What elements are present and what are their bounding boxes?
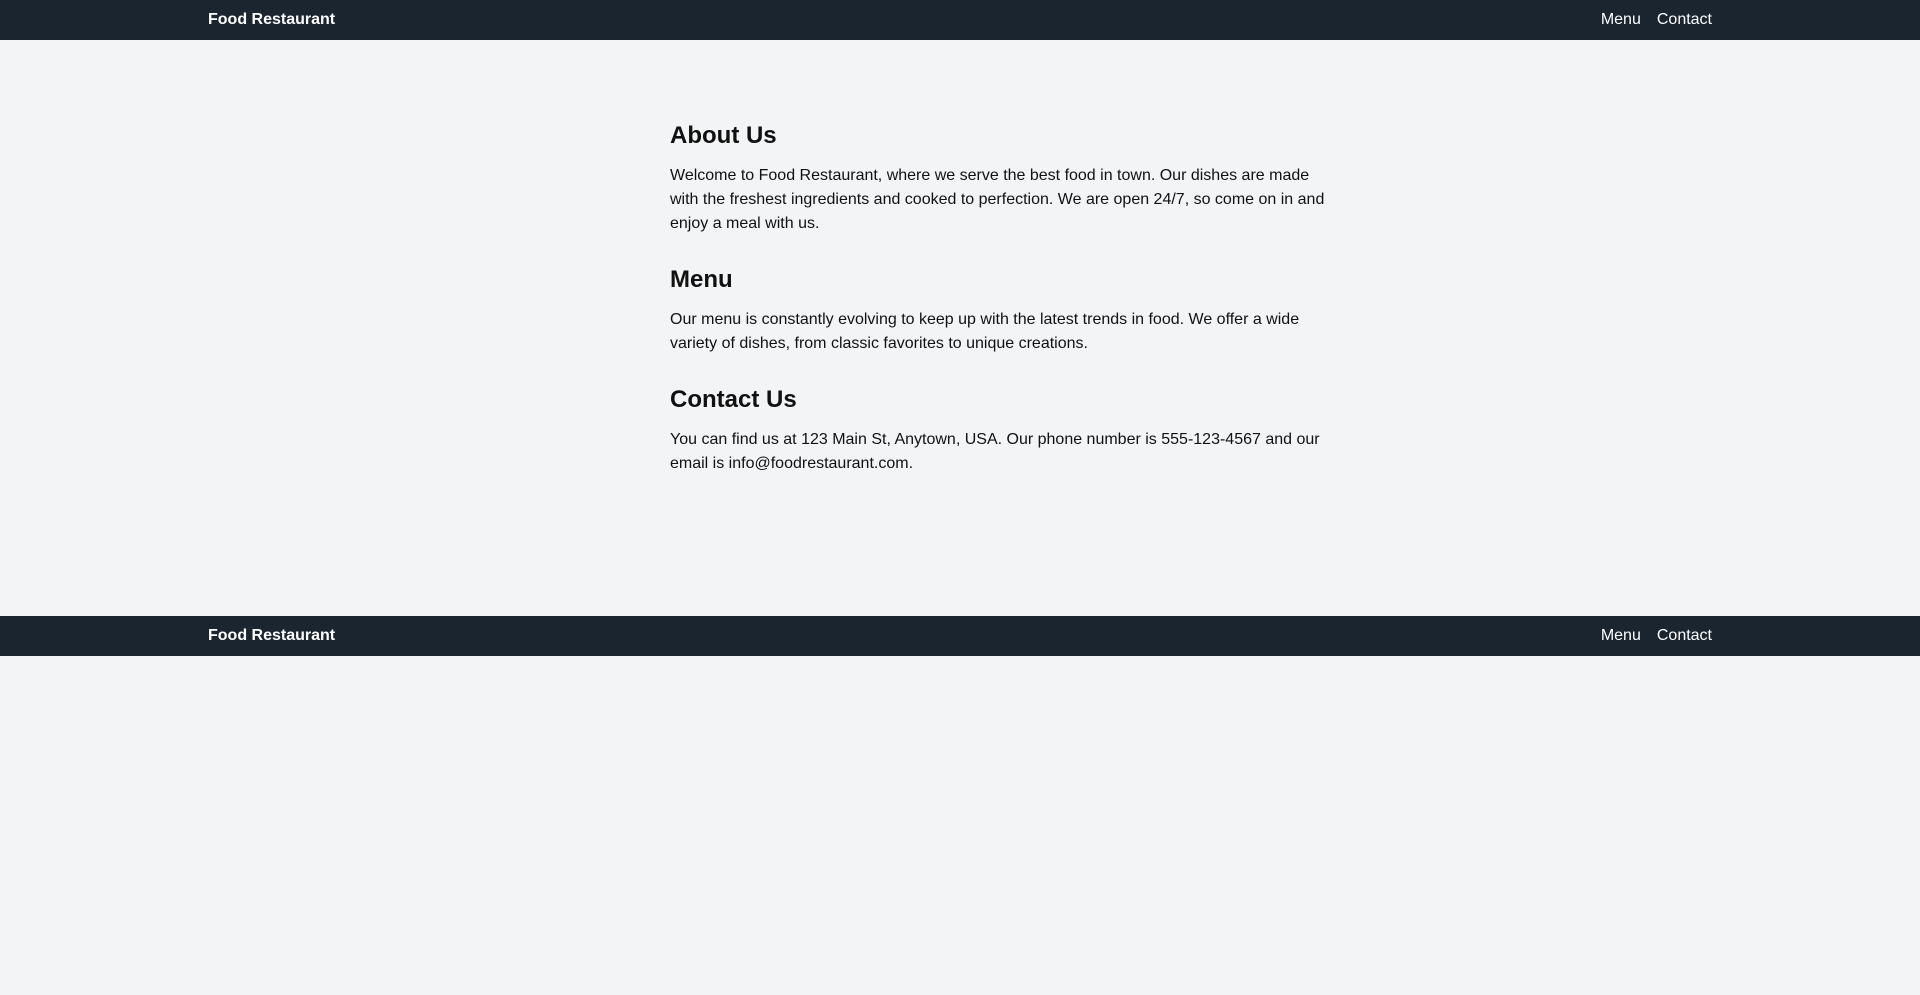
- about-section: About Us Welcome to Food Restaurant, whe…: [670, 120, 1340, 236]
- nav-link-contact[interactable]: Contact: [1657, 11, 1712, 29]
- content-column: About Us Welcome to Food Restaurant, whe…: [670, 120, 1340, 616]
- top-navbar: Food Restaurant Menu Contact: [0, 0, 1920, 40]
- about-text: Welcome to Food Restaurant, where we ser…: [670, 167, 1325, 232]
- brand-link[interactable]: Food Restaurant: [208, 11, 335, 29]
- main-content: About Us Welcome to Food Restaurant, whe…: [0, 40, 1920, 616]
- contact-heading: Contact Us: [670, 386, 797, 413]
- menu-text: Our menu is constantly evolving to keep …: [670, 311, 1300, 352]
- about-heading: About Us: [670, 122, 777, 149]
- footer-link-contact[interactable]: Contact: [1657, 627, 1712, 645]
- top-nav: Menu Contact: [1601, 11, 1712, 29]
- contact-text: You can find us at 123 Main St, Anytown,…: [670, 431, 1320, 472]
- menu-section: Menu Our menu is constantly evolving to …: [670, 264, 1340, 356]
- footer-link-menu[interactable]: Menu: [1601, 627, 1641, 645]
- contact-section: Contact Us You can find us at 123 Main S…: [670, 384, 1340, 476]
- footer-nav: Menu Contact: [1601, 627, 1712, 645]
- footer-brand-link[interactable]: Food Restaurant: [208, 627, 335, 645]
- footer-navbar: Food Restaurant Menu Contact: [0, 616, 1920, 656]
- menu-heading: Menu: [670, 266, 733, 293]
- nav-link-menu[interactable]: Menu: [1601, 11, 1641, 29]
